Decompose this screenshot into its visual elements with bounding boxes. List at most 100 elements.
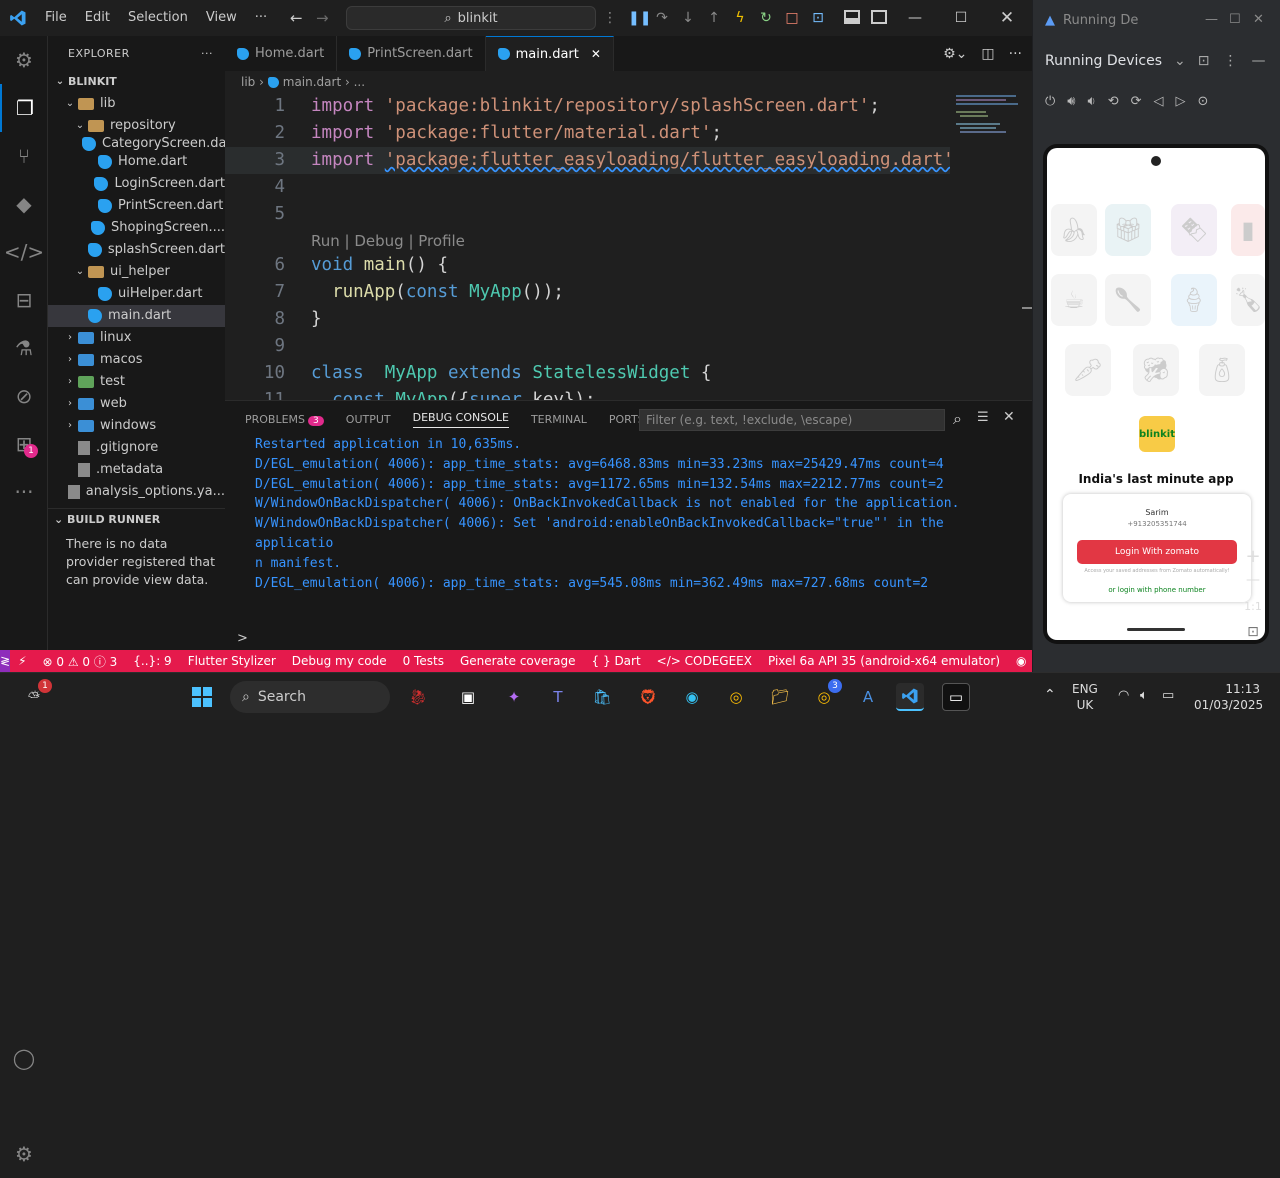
close-panel-icon[interactable]: ✕	[1003, 409, 1015, 425]
taskbar-search[interactable]: ⌕ Search	[230, 681, 390, 713]
teams-icon[interactable]: T	[544, 683, 572, 711]
emulator-taskbar-icon[interactable]: ▭	[942, 683, 970, 711]
remote-explorer-icon[interactable]: </>	[0, 228, 48, 276]
edge-icon[interactable]: ◉	[678, 683, 706, 711]
close-tab-icon[interactable]: ✕	[591, 47, 601, 61]
tree-item[interactable]: ⌄ lib	[48, 93, 225, 115]
chrome-icon[interactable]: ◎	[722, 683, 750, 711]
file-explorer-icon[interactable]: 📁︎	[766, 683, 794, 711]
project-root[interactable]: ⌄ BLINKIT	[48, 71, 225, 93]
dragon-widget-icon[interactable]: 🐉︎	[404, 683, 432, 711]
menu-edit[interactable]: Edit	[76, 0, 119, 36]
tab-home-dart[interactable]: Home.dart	[225, 36, 338, 71]
editor-scrollbar[interactable]	[1020, 93, 1032, 400]
panel-tab-terminal[interactable]: TERMINAL	[531, 413, 587, 426]
toggle-secondary-sidebar-icon[interactable]	[871, 10, 887, 24]
tree-item[interactable]: main.dart	[48, 305, 225, 327]
screenshot-icon[interactable]: ⊙	[1198, 94, 1209, 109]
run-debug-icon[interactable]: ⊘	[0, 372, 48, 420]
windows-start-icon[interactable]	[188, 683, 216, 711]
menu-file[interactable]: File	[36, 0, 76, 36]
testing-icon[interactable]: ⚗	[0, 324, 48, 372]
tab-main-dart[interactable]: main.dart ✕	[485, 36, 614, 71]
tree-item[interactable]: CategoryScreen.dart	[48, 137, 225, 151]
status-device[interactable]: Pixel 6a API 35 (android-x64 emulator)	[760, 654, 1008, 668]
status-tests[interactable]: 0 Tests	[395, 654, 452, 668]
rotate-right-icon[interactable]: ⟳	[1131, 94, 1142, 109]
chevron-up-icon[interactable]: ⌃	[1044, 687, 1056, 703]
login-with-zomato-button[interactable]: Login With zomato	[1077, 540, 1237, 564]
terminal-icon[interactable]: ⊟	[0, 276, 48, 324]
tree-item[interactable]: PrintScreen.dart	[48, 195, 225, 217]
power-icon[interactable]: ⏻	[1045, 94, 1055, 109]
options-more-icon[interactable]: ⋮	[1223, 53, 1237, 69]
minimap[interactable]	[950, 93, 1020, 400]
language-indicator[interactable]: ENG UK	[1072, 681, 1098, 713]
extensions-icon[interactable]: ⊞ 1	[0, 420, 48, 468]
pause-icon[interactable]: ❚❚	[628, 10, 651, 26]
battery-icon[interactable]: ▭	[1162, 688, 1174, 703]
tree-item[interactable]: ShopingScreen....	[48, 217, 225, 239]
status-debug-my-code[interactable]: Debug my code	[284, 654, 395, 668]
step-over-icon[interactable]: ↷	[654, 10, 670, 26]
restart-icon[interactable]: ↻	[758, 10, 774, 26]
store-icon[interactable]: 🛍︎	[588, 683, 616, 711]
account-icon[interactable]: ◯	[0, 1034, 48, 1082]
debug-icon[interactable]: ⚡	[10, 654, 34, 668]
tree-item[interactable]: › linux	[48, 327, 225, 349]
panel-tab-output[interactable]: OUTPUT	[346, 413, 391, 426]
console-prompt[interactable]: >	[237, 631, 248, 646]
tree-item[interactable]: splashScreen.dart	[48, 239, 225, 261]
zoom-out-icon[interactable]: —	[1241, 572, 1265, 588]
stop-icon[interactable]: □	[784, 10, 800, 26]
breadcrumb-more[interactable]: ...	[354, 75, 365, 89]
panel-tab-problems[interactable]: PROBLEMS 3	[245, 413, 324, 426]
home-icon[interactable]: ▷	[1176, 94, 1186, 109]
menu-selection[interactable]: Selection	[119, 0, 197, 36]
phone-login-link[interactable]: or login with phone number	[1063, 586, 1251, 594]
tree-item[interactable]: ⌄ ui_helper	[48, 261, 225, 283]
settings-gear-icon[interactable]: ⚙	[0, 1130, 48, 1178]
zoom-in-icon[interactable]: +	[1241, 546, 1265, 567]
flutter-icon[interactable]: ◆	[0, 180, 48, 228]
rotate-left-icon[interactable]: ⟲	[1108, 94, 1119, 109]
status-flutter-stylizer[interactable]: Flutter Stylizer	[180, 654, 284, 668]
task-view-icon[interactable]: ▣	[454, 683, 482, 711]
tree-item[interactable]: › test	[48, 371, 225, 393]
remote-icon[interactable]: ≷	[0, 650, 11, 672]
zoom-actual-size[interactable]: 1:1	[1241, 600, 1265, 613]
status-codegeex[interactable]: </> CODEGEEX	[649, 654, 760, 668]
vscode-taskbar-icon[interactable]	[896, 683, 924, 711]
breadcrumb-folder[interactable]: lib	[241, 75, 255, 89]
flutter-devtools-icon[interactable]: ◉	[1008, 654, 1034, 668]
status-dart[interactable]: { } Dart	[584, 654, 649, 668]
panel-tab-debug-console[interactable]: DEBUG CONSOLE	[412, 411, 509, 428]
minimize-icon[interactable]: —	[892, 0, 938, 36]
more-views-icon[interactable]: ···	[0, 468, 48, 516]
speaker-icon[interactable]: 🔈︎	[1140, 688, 1148, 703]
close-window-icon[interactable]: ✕	[984, 0, 1030, 36]
step-out-icon[interactable]: ↑	[706, 10, 722, 26]
menu-more[interactable]: ···	[246, 0, 276, 36]
volume-down-icon[interactable]: 🔉︎	[1088, 94, 1096, 109]
tree-item[interactable]: ⌄ repository	[48, 115, 225, 137]
run-debug-dropdown-icon[interactable]: ⚙⌄	[943, 46, 967, 62]
phone-screen[interactable]: 🍌︎ 🎁︎ 🍫︎ ▮ ☕︎ 🥄︎ 🍦︎ 🍾︎ 🥕︎ 🥦︎ 🧴︎ blinkit …	[1047, 148, 1265, 640]
brave-icon[interactable]: 🦁︎	[634, 683, 662, 711]
hot-reload-icon[interactable]: ϟ	[732, 10, 748, 26]
status-problems[interactable]: ⊗ 0 ⚠ 0 ⓘ 3	[35, 653, 126, 670]
source-control-icon[interactable]: ⑂	[0, 132, 48, 180]
build-runner-header[interactable]: ⌄ BUILD RUNNER	[48, 508, 225, 530]
command-search-box[interactable]: ⌕ blinkit	[346, 6, 596, 30]
tree-item[interactable]: › windows	[48, 415, 225, 437]
step-into-icon[interactable]: ↓	[680, 10, 696, 26]
tree-item[interactable]: › macos	[48, 349, 225, 371]
inspect-widget-icon[interactable]: ⊡	[810, 10, 826, 26]
explorer-icon[interactable]: ❐	[0, 84, 48, 132]
clock[interactable]: 11:13 01/03/2025	[1194, 681, 1263, 713]
fit-screen-icon[interactable]: ⊡	[1241, 624, 1265, 640]
console-filter-input[interactable]: Filter (e.g. text, !exclude, \escape)	[639, 409, 945, 431]
chevron-down-icon[interactable]: ⌄	[1174, 53, 1186, 69]
code-editor[interactable]: 1 import 'package:blinkit/repository/spla…	[225, 93, 1032, 400]
widgets-icon[interactable]: ⛅︎ 1	[20, 679, 52, 711]
